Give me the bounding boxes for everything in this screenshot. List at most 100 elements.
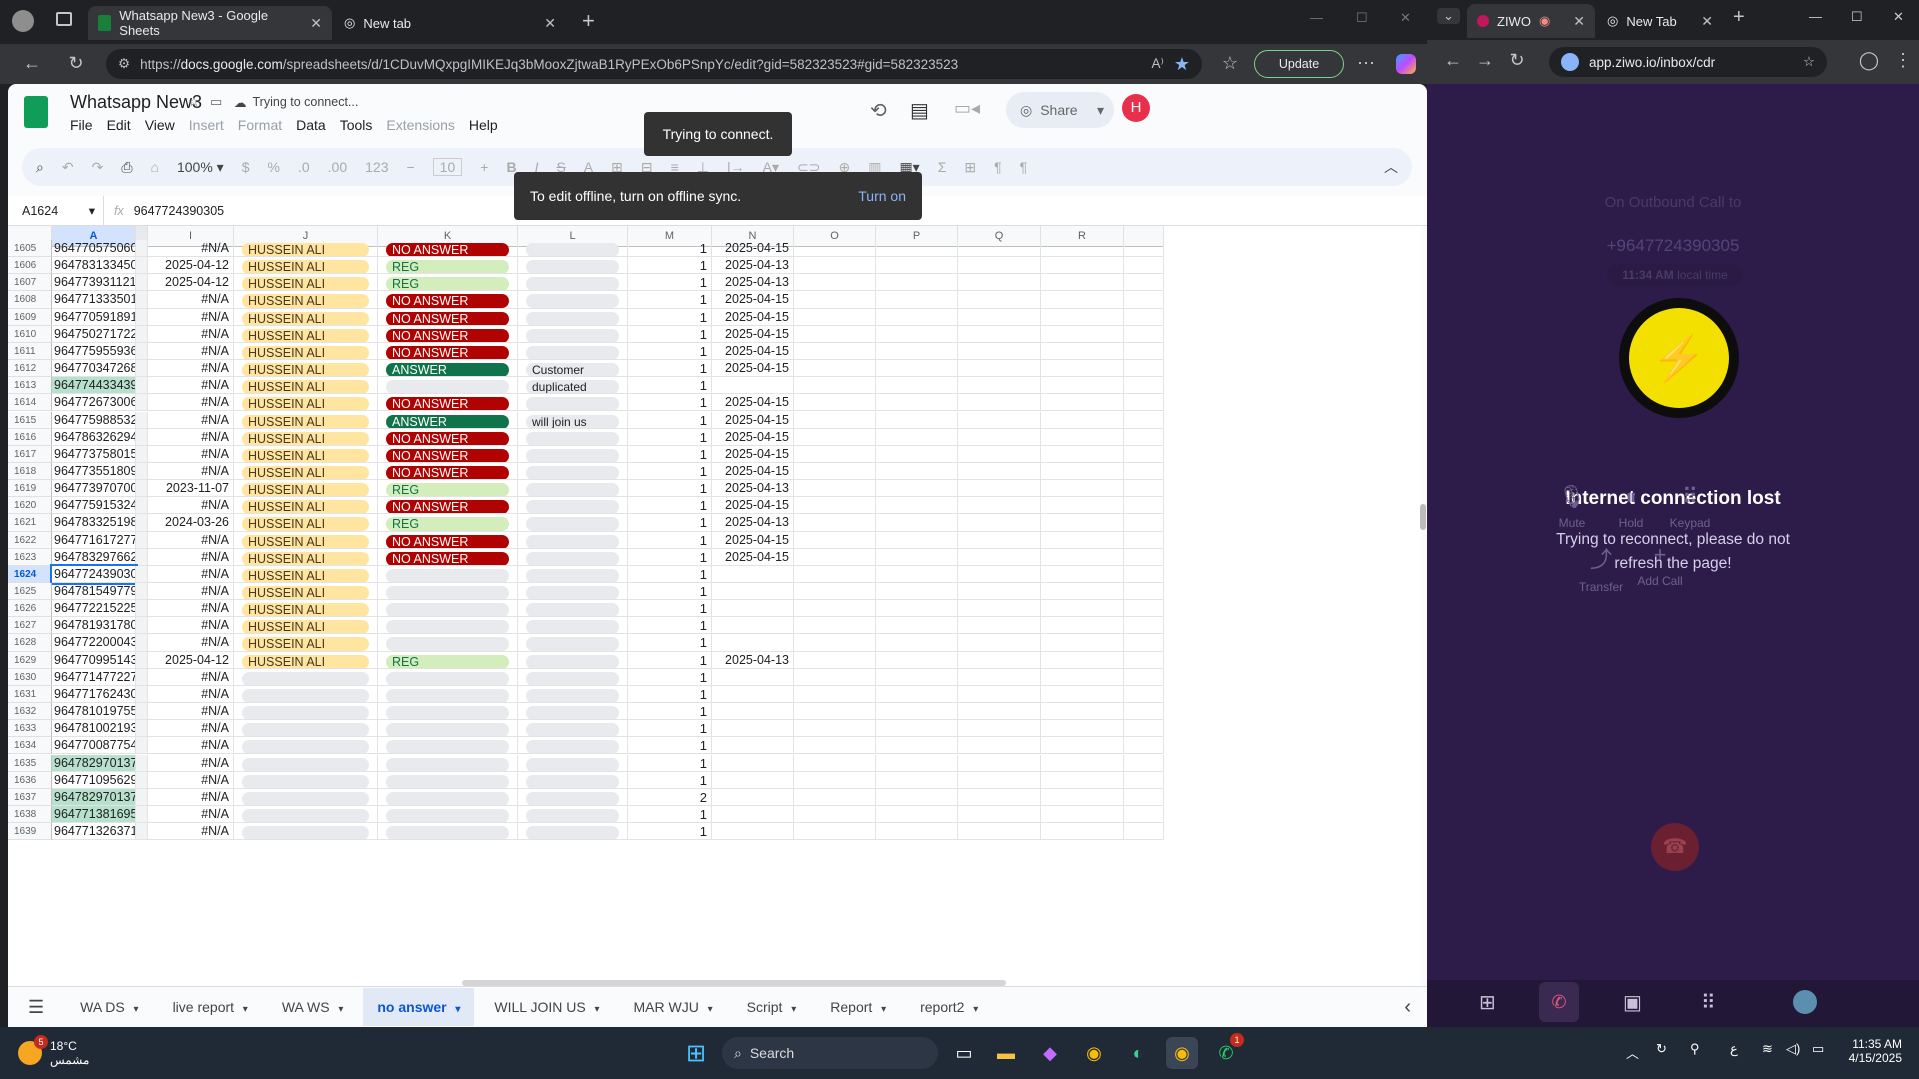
cell-note[interactable] bbox=[518, 514, 628, 532]
cell-phone[interactable]: 9647714772272 bbox=[52, 668, 136, 686]
cell-status[interactable] bbox=[378, 754, 518, 772]
row-header[interactable]: 1632 bbox=[8, 703, 52, 721]
cell-empty[interactable] bbox=[794, 497, 876, 515]
close-tab-icon[interactable]: ✕ bbox=[544, 15, 556, 32]
cell-empty[interactable] bbox=[1124, 291, 1164, 309]
tab-search-icon[interactable]: ⌄ bbox=[1437, 8, 1460, 24]
cell-agent[interactable]: HUSSEIN ALI bbox=[234, 360, 378, 378]
cell-empty[interactable] bbox=[1124, 394, 1164, 412]
row-header[interactable]: 1620 bbox=[8, 497, 52, 515]
cell-empty[interactable] bbox=[1124, 685, 1164, 704]
cell-note[interactable]: Customer bbox=[518, 360, 628, 378]
cell-count[interactable]: 1 bbox=[628, 308, 712, 326]
cell-empty[interactable] bbox=[794, 720, 876, 738]
close-window-icon[interactable]: ✕ bbox=[1400, 10, 1411, 26]
cell-empty[interactable] bbox=[1124, 360, 1164, 378]
cell-date[interactable]: #N/A bbox=[148, 754, 234, 772]
cell-empty[interactable] bbox=[958, 377, 1041, 395]
chevron-down-icon[interactable]: ▾ bbox=[131, 1004, 139, 1015]
cell-date[interactable]: #N/A bbox=[148, 703, 234, 721]
row-header[interactable]: 1613 bbox=[8, 377, 52, 395]
profile-icon[interactable] bbox=[12, 10, 34, 32]
cell-date[interactable]: 2025-04-12 bbox=[148, 651, 234, 669]
cell-followup-date[interactable]: 2025-04-13 bbox=[712, 514, 794, 532]
cell-count[interactable]: 1 bbox=[628, 565, 712, 583]
cell-empty[interactable] bbox=[794, 308, 876, 326]
sheet-tab-wa-ds[interactable]: WA DS ▾ bbox=[66, 988, 152, 1026]
cell-count[interactable]: 1 bbox=[628, 377, 712, 395]
doc-title[interactable]: Whatsapp New3 bbox=[70, 92, 202, 113]
cell-agent[interactable] bbox=[234, 668, 378, 686]
row-header[interactable]: 1618 bbox=[8, 462, 52, 481]
cell-agent[interactable]: HUSSEIN ALI bbox=[234, 600, 378, 618]
cell-empty[interactable] bbox=[958, 394, 1041, 412]
all-sheets-icon[interactable]: ☰ bbox=[28, 997, 44, 1018]
url-input[interactable]: ⚙ https://docs.google.com/spreadsheets/d… bbox=[106, 49, 1202, 79]
cell-date[interactable]: #N/A bbox=[148, 360, 234, 378]
paint-format-icon[interactable]: ⌂ bbox=[151, 159, 159, 175]
cell-empty[interactable] bbox=[794, 394, 876, 412]
star-icon[interactable]: ☆ bbox=[1803, 54, 1815, 70]
cell-followup-date[interactable] bbox=[712, 737, 794, 755]
cell-empty[interactable] bbox=[876, 462, 958, 481]
cell-note[interactable] bbox=[518, 240, 628, 258]
cell-status[interactable] bbox=[378, 720, 518, 738]
cell-date[interactable]: #N/A bbox=[148, 583, 234, 601]
cell-empty[interactable] bbox=[876, 257, 958, 275]
cell-empty[interactable] bbox=[958, 634, 1041, 652]
table-icon[interactable]: ⊞ bbox=[964, 159, 976, 176]
row-header[interactable]: 1617 bbox=[8, 445, 52, 463]
cell-empty[interactable] bbox=[1124, 480, 1164, 498]
cell-empty[interactable] bbox=[794, 428, 876, 446]
cell-note[interactable]: will join us bbox=[518, 411, 628, 429]
cell-empty[interactable] bbox=[794, 291, 876, 309]
cell-empty[interactable] bbox=[958, 548, 1041, 566]
cell-empty[interactable] bbox=[958, 531, 1041, 549]
weather-widget[interactable]: 5 18°C مشمس bbox=[18, 1035, 89, 1067]
cell-empty[interactable] bbox=[794, 583, 876, 601]
row-header[interactable]: 1628 bbox=[8, 634, 52, 652]
cell-agent[interactable] bbox=[234, 737, 378, 755]
apps-icon[interactable]: ⊞ bbox=[1479, 990, 1496, 1015]
cell-agent[interactable] bbox=[234, 685, 378, 704]
cell-empty[interactable] bbox=[794, 240, 876, 258]
cell-agent[interactable]: HUSSEIN ALI bbox=[234, 548, 378, 566]
sync-icon[interactable]: ↻ bbox=[1656, 1041, 1667, 1057]
cell-note[interactable] bbox=[518, 805, 628, 824]
forward-icon[interactable]: → bbox=[1473, 50, 1497, 71]
row-header[interactable]: 1634 bbox=[8, 737, 52, 755]
cell-date[interactable]: #N/A bbox=[148, 325, 234, 343]
cell-empty[interactable] bbox=[1124, 411, 1164, 429]
close-tab-icon[interactable]: ✕ bbox=[310, 15, 322, 32]
cell-status[interactable] bbox=[378, 583, 518, 601]
more-icon[interactable]: ⋯ bbox=[1354, 53, 1378, 74]
cell-empty[interactable] bbox=[794, 445, 876, 463]
control-transfer[interactable]: ⤴ Transfer bbox=[1571, 542, 1631, 594]
cell-empty[interactable] bbox=[958, 720, 1041, 738]
cell-empty[interactable] bbox=[876, 411, 958, 429]
cell-status[interactable]: NO ANSWER bbox=[378, 497, 518, 515]
reload-icon[interactable]: ↻ bbox=[1505, 50, 1529, 71]
battery-icon[interactable]: ▭ bbox=[1812, 1041, 1824, 1057]
cell-empty[interactable] bbox=[958, 308, 1041, 326]
scroll-tabs-left-icon[interactable]: ‹ bbox=[1404, 996, 1411, 1019]
cell-empty[interactable] bbox=[794, 360, 876, 378]
cell-empty[interactable] bbox=[1124, 531, 1164, 549]
cell-empty[interactable] bbox=[876, 805, 958, 824]
cell-status[interactable]: NO ANSWER bbox=[378, 394, 518, 412]
cell-note[interactable] bbox=[518, 342, 628, 361]
cell-empty[interactable] bbox=[1041, 805, 1124, 824]
cell-count[interactable]: 1 bbox=[628, 342, 712, 361]
close-window-icon[interactable]: ✕ bbox=[1893, 9, 1904, 25]
cell-empty[interactable] bbox=[1124, 703, 1164, 721]
cell-empty[interactable] bbox=[876, 342, 958, 361]
cell-followup-date[interactable] bbox=[712, 771, 794, 789]
cell-empty[interactable] bbox=[1124, 548, 1164, 566]
cell-agent[interactable]: HUSSEIN ALI bbox=[234, 240, 378, 258]
cell-count[interactable]: 1 bbox=[628, 617, 712, 635]
cell-status[interactable]: NO ANSWER bbox=[378, 308, 518, 326]
row-header[interactable]: 1639 bbox=[8, 823, 52, 841]
cell-empty[interactable] bbox=[794, 514, 876, 532]
cell-followup-date[interactable] bbox=[712, 685, 794, 704]
url-input[interactable]: app.ziwo.io/inbox/cdr ☆ bbox=[1549, 47, 1827, 77]
